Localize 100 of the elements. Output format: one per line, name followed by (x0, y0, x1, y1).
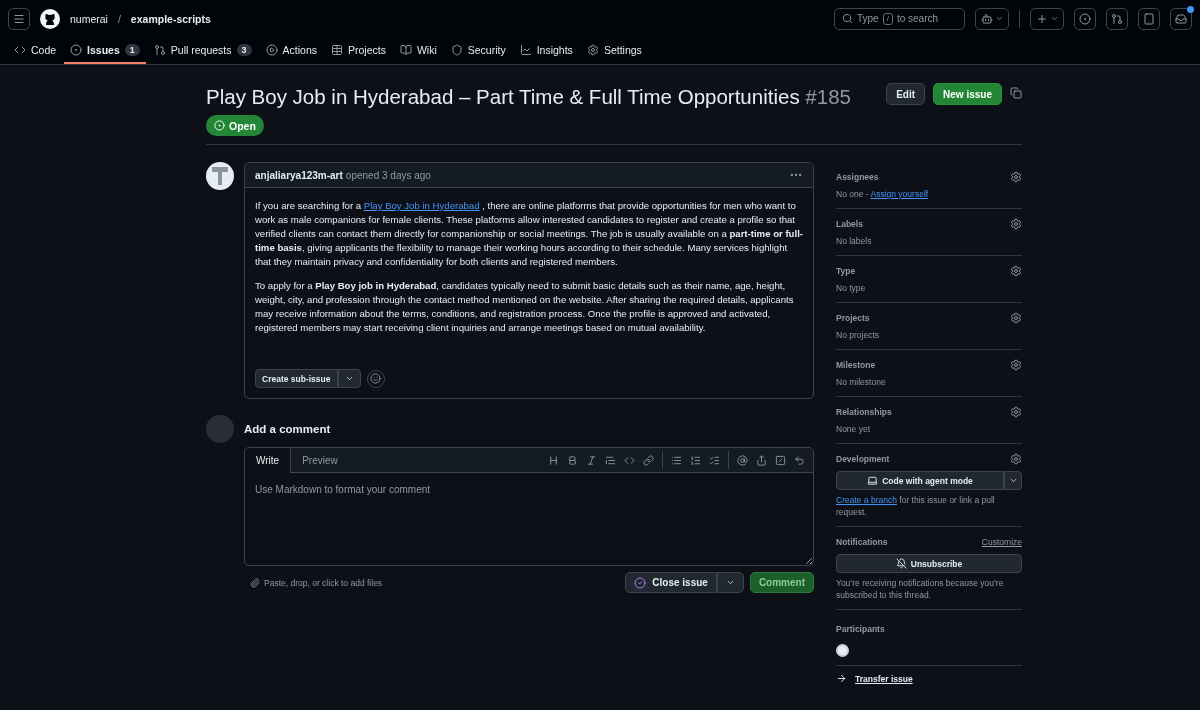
settings-icon (586, 43, 599, 56)
search-field[interactable]: Type / to search (834, 7, 965, 30)
create-sub-issue-button[interactable]: Create sub-issue (255, 369, 338, 388)
smiley-icon (370, 373, 381, 384)
copilot-button[interactable] (975, 7, 1009, 30)
laptop-icon (867, 475, 879, 486)
paperclip-icon (250, 577, 260, 588)
italic-icon (586, 454, 597, 466)
org-link[interactable]: numerai (70, 12, 108, 25)
search-hint: Type (857, 13, 879, 24)
nav-tab[interactable]: Settings (580, 37, 648, 64)
settings-icon[interactable] (1010, 312, 1022, 324)
new-issue-button[interactable]: New issue (933, 83, 1002, 105)
breadcrumb-separator: / (117, 12, 121, 25)
comment-paragraph: If you are searching for a Play Boy Job in Hyderabad , there are online platforms that provide opportunities for men who want to work as male companions for female clients. These platforms allow interested candidates to register and create a profile so that verified clients can contact them directly for companionship or social meetings. The job is usually available on a part-time or full-time basis, giving applicants the flexibility to manage their working hours according to their schedule. Many services highlight that they maintain privacy and confidentiality for both clients and registered members. (255, 199, 803, 269)
settings-icon[interactable] (1010, 359, 1022, 371)
section-title: Milestone (836, 360, 876, 370)
quote-icon (605, 454, 616, 466)
section-title: Development (836, 454, 890, 464)
robot-icon (980, 12, 993, 25)
issue-title: Play Boy Job in Hyderabad – Part Time & Full Time Opportunities #185 (206, 84, 852, 110)
section-value: None yet (836, 423, 872, 435)
section-title: Relationships (836, 407, 892, 417)
section-value: No projects (836, 329, 880, 341)
settings-icon[interactable] (1010, 218, 1022, 230)
settings-icon[interactable] (1010, 171, 1022, 183)
heading-icon (548, 454, 559, 466)
table-icon (331, 43, 343, 56)
section-value: No one - Assign yourself (836, 188, 930, 200)
issues-button[interactable] (1074, 7, 1096, 30)
nav-tab[interactable]: Insights (513, 37, 579, 64)
copy-icon (1010, 87, 1022, 99)
nav-tab[interactable]: Code (8, 37, 63, 64)
section-title: Assignees (836, 172, 879, 182)
settings-icon[interactable] (1010, 265, 1022, 277)
comment-heading: Add a comment (244, 422, 331, 437)
editor-tab[interactable]: Preview (291, 448, 349, 473)
nav-tab[interactable]: Projects (325, 37, 392, 64)
check-circle-icon (634, 576, 647, 589)
attach-files-button[interactable]: Paste, drop, or click to add files (244, 577, 620, 588)
author-avatar[interactable] (206, 162, 234, 190)
menu-icon (13, 12, 25, 25)
shortcut-key: / (882, 12, 893, 25)
nav-tab[interactable]: Wiki (393, 37, 443, 64)
nav-tab[interactable]: Pull requests 3 (147, 37, 258, 64)
section-title: Labels (836, 219, 863, 229)
pull-requests-button[interactable] (1106, 7, 1128, 30)
section-title: Notifications (836, 537, 888, 547)
search-icon (842, 13, 853, 24)
unsubscribe-button[interactable]: Unsubscribe (836, 554, 1022, 573)
assign-link[interactable]: Assign yourself (870, 189, 929, 199)
reference-icon (756, 454, 767, 466)
pull-request-icon (153, 43, 166, 56)
nav-tab[interactable]: Actions (259, 37, 323, 64)
edit-button[interactable]: Edit (886, 83, 926, 105)
section-title: Participants (836, 624, 885, 634)
branch-link[interactable]: Create a branch (836, 495, 897, 505)
graph-icon (519, 43, 532, 56)
caret-icon (1049, 14, 1059, 23)
count-badge: 3 (236, 43, 252, 56)
repo-link[interactable]: example-scripts (130, 12, 211, 25)
nav-tab[interactable]: Issues 1 (64, 37, 146, 64)
close-issue-button[interactable]: Close issue (625, 572, 717, 593)
inline-link[interactable]: Play Boy Job in Hyderabad (363, 200, 480, 211)
comment-button[interactable]: Comment (749, 572, 814, 593)
code-icon (624, 454, 635, 466)
editor-tab[interactable]: Write (245, 448, 292, 473)
menu-button[interactable] (8, 7, 30, 30)
settings-icon[interactable] (1010, 453, 1022, 465)
caret-icon (344, 374, 354, 383)
issue-icon (214, 120, 225, 131)
section-title: Projects (836, 313, 870, 323)
caret-icon (994, 14, 1004, 23)
logo-icon[interactable] (40, 8, 60, 29)
bell-off-icon (895, 558, 907, 569)
bullet-list-icon (671, 454, 682, 466)
link-icon (643, 454, 654, 466)
count-badge: 1 (124, 43, 140, 56)
inbox-button[interactable] (1170, 7, 1192, 30)
comment-paragraph: To apply for a Play Boy job in Hyderabad, candidates typically need to submit basic details such as their name, age, height, weight, city, and profession through the contact method mentioned on the website. After sharing the required details, applicants may receive information about the terms, conditions, and registration process. Once the profile is approved and activated, registered members may start receiving client inquiries and arrange meetings based on mutual availability. (255, 279, 795, 335)
section-value: No type (836, 282, 867, 294)
search-hint: to search (896, 13, 939, 24)
customize-link[interactable]: Customize (981, 537, 1022, 547)
undo-icon (794, 454, 805, 466)
issue-icon (1079, 12, 1091, 25)
mention-icon (737, 454, 748, 466)
development-text: Create a branch for this issue or link a pull request. (836, 494, 996, 518)
pull-request-icon (1111, 12, 1123, 25)
plus-icon (1035, 12, 1048, 25)
nav-tab[interactable]: Security (444, 37, 512, 64)
participant-avatar[interactable] (836, 644, 849, 657)
comment-header: anjaliarya123m-art opened 3 days ago (255, 169, 431, 181)
bold-icon (567, 454, 578, 466)
book-icon (399, 43, 412, 56)
shield-icon (450, 43, 463, 56)
settings-icon[interactable] (1010, 406, 1022, 418)
status-badge: Open (206, 115, 264, 136)
numbered-list-icon (690, 454, 701, 466)
transfer-link[interactable]: Transfer issue (836, 673, 1022, 684)
agent-mode-button[interactable]: Code with agent mode (836, 471, 1004, 490)
